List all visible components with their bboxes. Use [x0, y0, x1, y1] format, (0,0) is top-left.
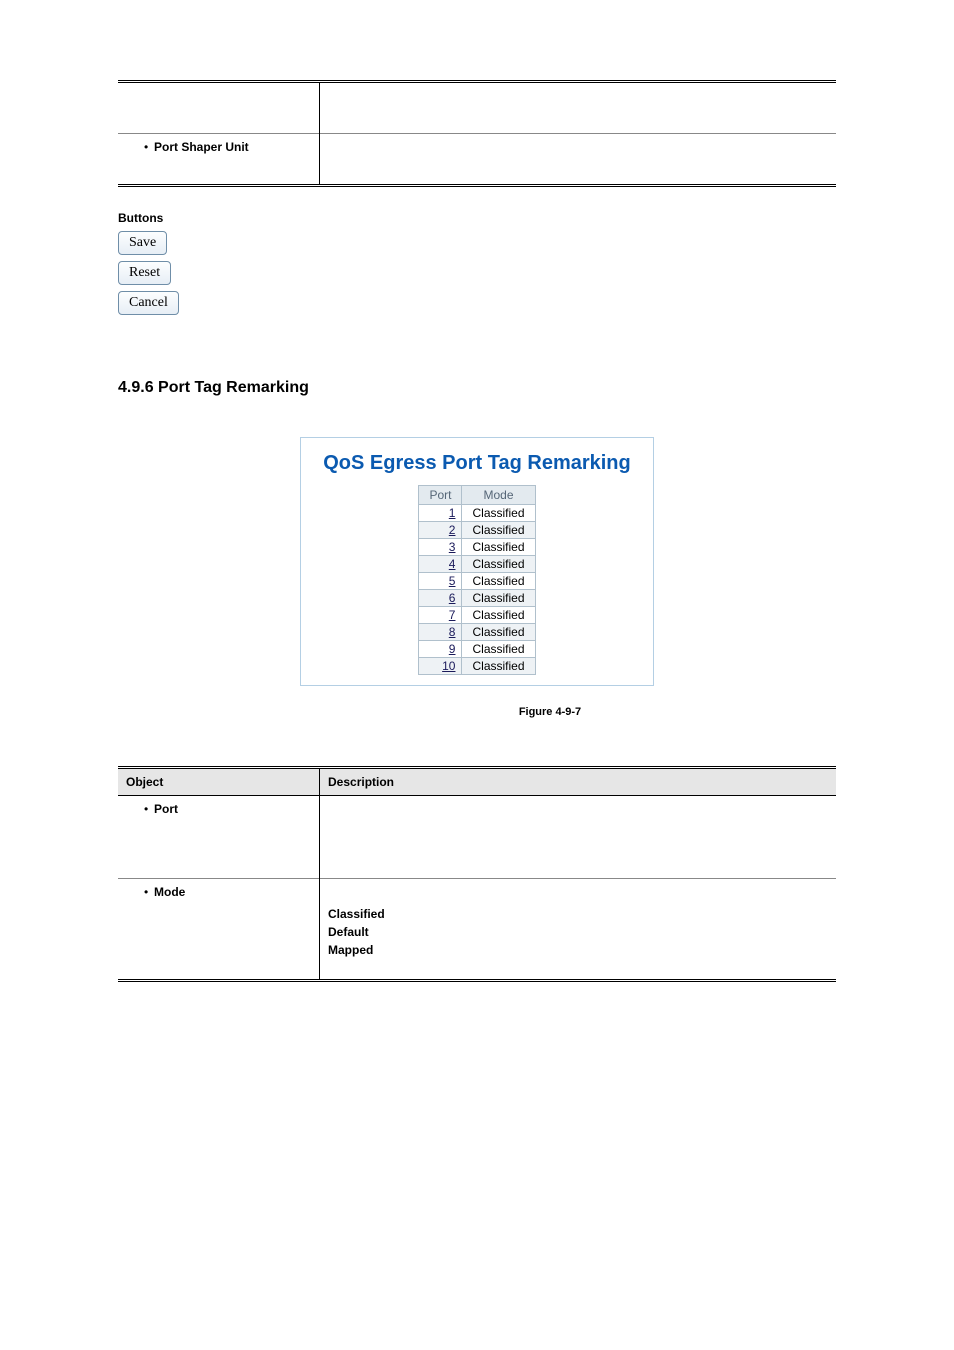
table-row: 9Classified — [419, 641, 535, 658]
table-row: 7Classified — [419, 607, 535, 624]
table-row: 1Classified — [419, 505, 535, 522]
mode-mapped: Mapped — [328, 943, 828, 957]
mode-cell: Classified — [462, 624, 535, 641]
mode-cell: Classified — [462, 658, 535, 675]
port-link[interactable]: 7 — [419, 607, 462, 624]
mode-cell: Classified — [462, 556, 535, 573]
port-link[interactable]: 5 — [419, 573, 462, 590]
port-mode-table: Port Mode 1Classified2Classified3Classif… — [418, 485, 535, 675]
section-heading: 4.9.6 Port Tag Remarking — [118, 379, 836, 397]
figure-box: QoS Egress Port Tag Remarking Port Mode … — [300, 437, 654, 686]
mode-cell: Classified — [462, 539, 535, 556]
cancel-button[interactable]: Cancel — [118, 291, 179, 315]
port-link[interactable]: 8 — [419, 624, 462, 641]
port-shaper-unit-label: Port Shaper Unit — [154, 140, 249, 154]
port-link[interactable]: 3 — [419, 539, 462, 556]
table-row: 2Classified — [419, 522, 535, 539]
bullet-icon: • — [144, 885, 154, 899]
reset-button[interactable]: Reset — [118, 261, 171, 285]
col-mode: Mode — [462, 486, 535, 505]
table-row: 10Classified — [419, 658, 535, 675]
port-link[interactable]: 4 — [419, 556, 462, 573]
port-link[interactable]: 2 — [419, 522, 462, 539]
mode-cell: Classified — [462, 641, 535, 658]
mode-cell: Classified — [462, 505, 535, 522]
bullet-icon: • — [144, 140, 154, 154]
description-header: Description — [320, 768, 837, 796]
mode-cell: Classified — [462, 590, 535, 607]
table-row: 4Classified — [419, 556, 535, 573]
table-row: 3Classified — [419, 539, 535, 556]
figure-title: QoS Egress Port Tag Remarking — [323, 452, 631, 475]
table-row: 8Classified — [419, 624, 535, 641]
buttons-heading: Buttons — [118, 211, 836, 225]
mode-cell: Classified — [462, 573, 535, 590]
mode-default: Default — [328, 925, 828, 939]
col-port: Port — [419, 486, 462, 505]
port-label: Port — [154, 802, 178, 816]
top-spec-table: • Port Shaper Unit — [118, 80, 836, 187]
bullet-icon: • — [144, 802, 154, 816]
mode-cell: Classified — [462, 522, 535, 539]
mode-cell: Classified — [462, 607, 535, 624]
table-row: 5Classified — [419, 573, 535, 590]
figure-caption: Figure 4-9-7 — [264, 706, 836, 718]
buttons-stack: Save Reset Cancel — [118, 231, 836, 319]
table-row: 6Classified — [419, 590, 535, 607]
port-link[interactable]: 9 — [419, 641, 462, 658]
port-link[interactable]: 10 — [419, 658, 462, 675]
port-link[interactable]: 1 — [419, 505, 462, 522]
mode-classified: Classified — [328, 907, 828, 921]
object-header: Object — [118, 768, 320, 796]
description-table: Object Description • Port • Mode Classi — [118, 766, 836, 982]
save-button[interactable]: Save — [118, 231, 167, 255]
port-link[interactable]: 6 — [419, 590, 462, 607]
mode-label: Mode — [154, 885, 185, 899]
